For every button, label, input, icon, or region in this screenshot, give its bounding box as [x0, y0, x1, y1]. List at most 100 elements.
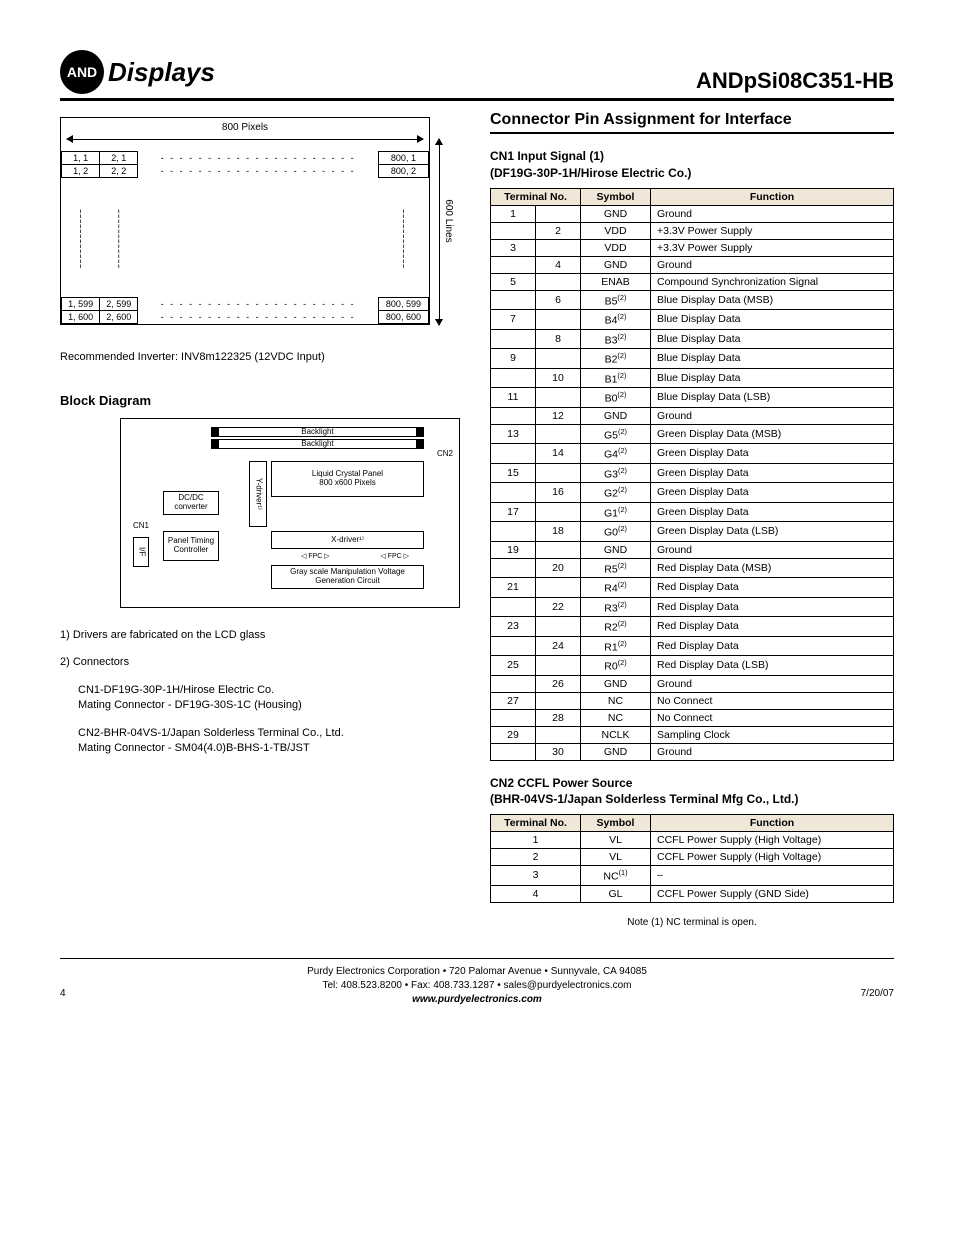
- cell-1-600: 1, 600: [62, 311, 100, 324]
- footer-line2: Tel: 408.523.8200 • Fax: 408.733.1287 • …: [60, 979, 894, 993]
- symbol-cell: G1(2): [581, 502, 651, 522]
- function-cell: CCFL Power Supply (GND Side): [651, 885, 894, 902]
- symbol-cell: B5(2): [581, 290, 651, 310]
- part-number: ANDpSi08C351-HB: [696, 68, 894, 94]
- terminal-no-a: 7: [491, 310, 536, 330]
- table-row: 27NCNo Connect: [491, 692, 894, 709]
- terminal-no-b: 16: [536, 483, 581, 503]
- terminal-no-b: [536, 239, 581, 256]
- dash-row: - - - - - - - - - - - - - - - - - - - - …: [138, 311, 379, 324]
- table-row: 6B5(2)Blue Display Data (MSB): [491, 290, 894, 310]
- page-header: AND Displays ANDpSi08C351-HB: [60, 50, 894, 101]
- function-cell: +3.3V Power Supply: [651, 222, 894, 239]
- function-cell: Ground: [651, 407, 894, 424]
- terminal-no-b: [536, 578, 581, 598]
- left-column: 600 Lines 800 Pixels 1, 1 2, 1 - - - - -…: [60, 111, 460, 768]
- function-cell: Green Display Data: [651, 463, 894, 483]
- symbol-cell: NCLK: [581, 726, 651, 743]
- page-footer: 4 7/20/07 Purdy Electronics Corporation …: [60, 958, 894, 1007]
- function-cell: Compound Synchronization Signal: [651, 273, 894, 290]
- dash-row: - - - - - - - - - - - - - - - - - - - - …: [138, 165, 379, 178]
- symbol-cell: B3(2): [581, 329, 651, 349]
- table-row: 3NC(1)–: [491, 866, 894, 886]
- block-diagram-title: Block Diagram: [60, 393, 460, 408]
- block-diagram: Backlight Backlight CN2 Liquid Crystal P…: [120, 418, 460, 608]
- terminal-no-b: [536, 273, 581, 290]
- logo-text: Displays: [108, 57, 215, 88]
- brand-logo: AND Displays: [60, 50, 215, 94]
- function-cell: Green Display Data: [651, 483, 894, 503]
- symbol-cell: GND: [581, 675, 651, 692]
- terminal-no-a: [491, 675, 536, 692]
- function-cell: Blue Display Data: [651, 349, 894, 369]
- terminal-no-a: [491, 636, 536, 656]
- table-row: 19GNDGround: [491, 541, 894, 558]
- symbol-cell: GL: [581, 885, 651, 902]
- symbol-cell: NC: [581, 709, 651, 726]
- table-row: 24R1(2)Red Display Data: [491, 636, 894, 656]
- lcd-panel-box: Liquid Crystal Panel 800 x600 Pixels: [271, 461, 424, 497]
- symbol-cell: B4(2): [581, 310, 651, 330]
- terminal-no-a: 3: [491, 239, 536, 256]
- terminal-no: 2: [491, 849, 581, 866]
- table-row: 4GNDGround: [491, 256, 894, 273]
- symbol-cell: G5(2): [581, 424, 651, 444]
- symbol-cell: G4(2): [581, 444, 651, 464]
- function-cell: Blue Display Data: [651, 329, 894, 349]
- terminal-no-a: 25: [491, 656, 536, 676]
- terminal-no-a: [491, 407, 536, 424]
- terminal-no-b: [536, 349, 581, 369]
- terminal-no-b: [536, 692, 581, 709]
- table-row: 9B2(2)Blue Display Data: [491, 349, 894, 369]
- table-row: 2VDD+3.3V Power Supply: [491, 222, 894, 239]
- pixel-grid: 1, 1 2, 1 - - - - - - - - - - - - - - - …: [61, 151, 429, 324]
- terminal-no-a: [491, 743, 536, 760]
- terminal-no-b: [536, 310, 581, 330]
- table-row: 2VLCCFL Power Supply (High Voltage): [491, 849, 894, 866]
- recommended-inverter: Recommended Inverter: INV8m122325 (12VDC…: [60, 351, 460, 363]
- dash-row: - - - - - - - - - - - - - - - - - - - - …: [138, 152, 379, 165]
- symbol-cell: GND: [581, 256, 651, 273]
- cell-800-600: 800, 600: [378, 311, 428, 324]
- function-cell: Blue Display Data: [651, 310, 894, 330]
- cn2-table: Terminal No. Symbol Function 1VLCCFL Pow…: [490, 814, 894, 903]
- function-cell: Ground: [651, 743, 894, 760]
- terminal-no: 1: [491, 832, 581, 849]
- table-row: 26GNDGround: [491, 675, 894, 692]
- symbol-cell: B0(2): [581, 388, 651, 408]
- symbol-cell: G3(2): [581, 463, 651, 483]
- terminal-no-b: [536, 541, 581, 558]
- terminal-no: 4: [491, 885, 581, 902]
- terminal-no-b: 30: [536, 743, 581, 760]
- terminal-no-a: 1: [491, 205, 536, 222]
- table-row: 23R2(2)Red Display Data: [491, 617, 894, 637]
- cell-800-1: 800, 1: [378, 152, 428, 165]
- page-number: 4: [60, 987, 66, 1001]
- note-2-line: CN1-DF19G-30P-1H/Hirose Electric Co.: [60, 683, 460, 698]
- cn2-note: Note (1) NC terminal is open.: [490, 917, 894, 928]
- terminal-no-a: 23: [491, 617, 536, 637]
- table-row: 13G5(2)Green Display Data (MSB): [491, 424, 894, 444]
- function-cell: Blue Display Data: [651, 368, 894, 388]
- terminal-no-b: 8: [536, 329, 581, 349]
- function-cell: Red Display Data: [651, 636, 894, 656]
- terminal-no-b: [536, 424, 581, 444]
- table-row: 29NCLKSampling Clock: [491, 726, 894, 743]
- function-cell: Red Display Data (MSB): [651, 558, 894, 578]
- terminal-no-a: 17: [491, 502, 536, 522]
- terminal-no-b: [536, 205, 581, 222]
- function-cell: Ground: [651, 256, 894, 273]
- table-row: 1GNDGround: [491, 205, 894, 222]
- terminal-no-b: 4: [536, 256, 581, 273]
- cn2-label: CN2: [437, 449, 453, 458]
- table-row: 8B3(2)Blue Display Data: [491, 329, 894, 349]
- terminal-no-a: 21: [491, 578, 536, 598]
- cell-800-2: 800, 2: [378, 165, 428, 178]
- pixel-diagram: 600 Lines 800 Pixels 1, 1 2, 1 - - - - -…: [60, 111, 460, 331]
- dash-row: - - - - - - - - - - - - - - - - - - - - …: [138, 298, 379, 311]
- terminal-no: 3: [491, 866, 581, 886]
- table-row: 25R0(2)Red Display Data (LSB): [491, 656, 894, 676]
- backlight-box: Backlight: [211, 427, 424, 437]
- terminal-no-b: 14: [536, 444, 581, 464]
- function-cell: Red Display Data (LSB): [651, 656, 894, 676]
